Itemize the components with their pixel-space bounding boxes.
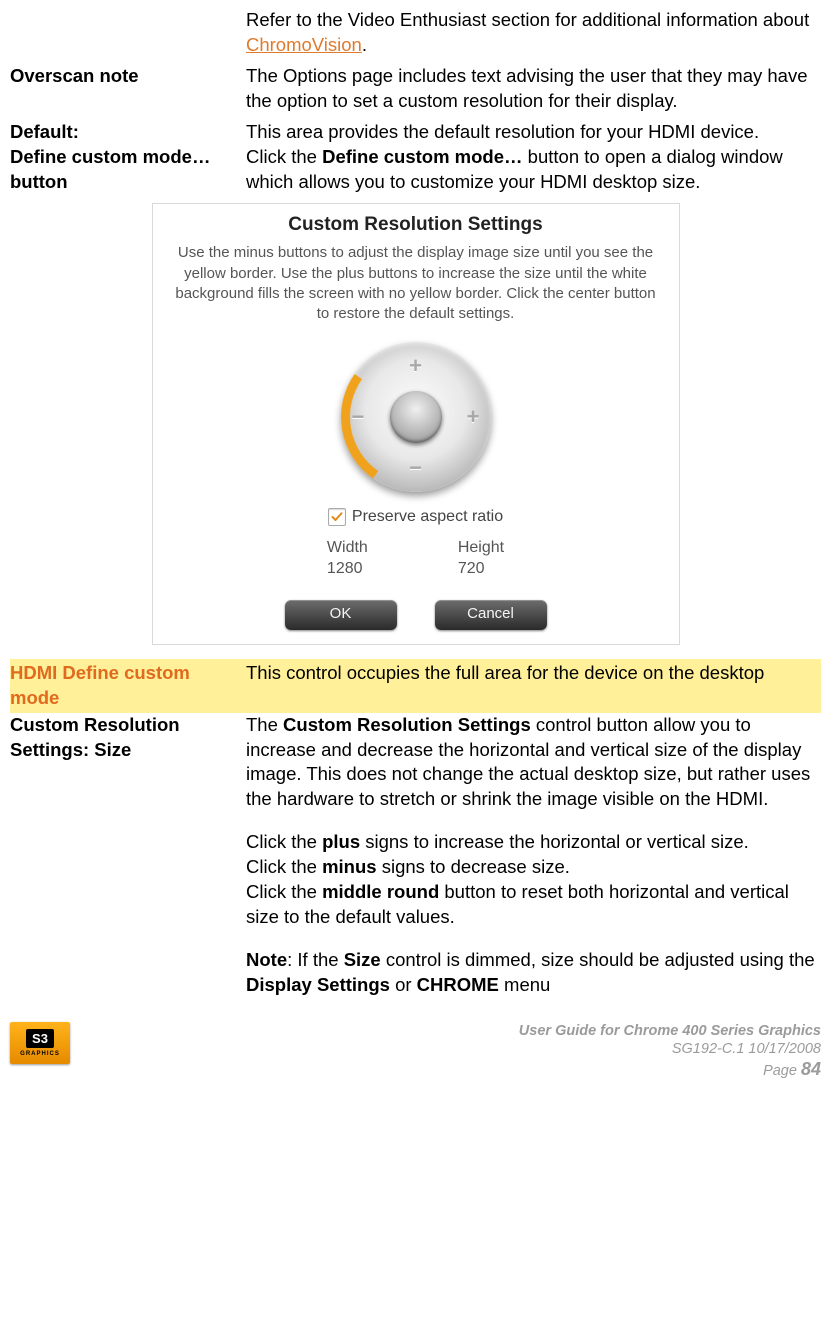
footer-docinfo: SG192-C.1 10/17/2008 — [80, 1040, 821, 1058]
intro-text-pre: Refer to the Video Enthusiast section fo… — [246, 9, 809, 30]
define-body: Click the Define custom mode… button to … — [246, 145, 821, 195]
crs-p4-bold: middle round — [322, 881, 439, 902]
overscan-label: Overscan note — [10, 64, 246, 114]
crs-p2-post: signs to increase the horizontal or vert… — [360, 831, 749, 852]
dpad-minus-horizontal-icon[interactable]: − — [352, 406, 365, 428]
dialog-figure: Custom Resolution Settings Use the minus… — [10, 203, 821, 645]
crs-body: The Custom Resolution Settings control b… — [246, 713, 821, 999]
hdmi-define-body: This control occupies the full area for … — [246, 659, 821, 713]
default-body: This area provides the default resolutio… — [246, 120, 821, 145]
crs-p2-pre: Click the — [246, 831, 322, 852]
crs-note-post: menu — [499, 974, 550, 995]
crs-p1-pre: The — [246, 714, 283, 735]
width-value: 1280 — [327, 559, 368, 580]
dpad-center-reset-button[interactable] — [390, 391, 442, 443]
overscan-body: The Options page includes text advising … — [246, 64, 821, 114]
height-value: 720 — [458, 559, 504, 580]
dpad-plus-horizontal-icon[interactable]: + — [467, 406, 480, 428]
hdmi-define-heading-row: HDMI Define custom mode This control occ… — [10, 659, 821, 713]
footer-page-label: Page — [763, 1063, 801, 1079]
crs-label: Custom Resolution Settings: Size — [10, 713, 246, 999]
footer-page-number: 84 — [801, 1059, 821, 1079]
crs-note-m2: control is dimmed, size should be adjust… — [381, 949, 815, 970]
define-bold: Define custom mode… — [322, 146, 522, 167]
crs-p3-bold: minus — [322, 856, 376, 877]
page-footer: S3 GRAPHICS User Guide for Chrome 400 Se… — [10, 1022, 821, 1081]
footer-title: User Guide for Chrome 400 Series Graphic… — [80, 1022, 821, 1040]
crs-p3-post: signs to decrease size. — [377, 856, 570, 877]
crs-p2-bold: plus — [322, 831, 360, 852]
preserve-aspect-checkbox[interactable] — [328, 508, 346, 526]
dpad-plus-vertical-icon[interactable]: + — [409, 355, 422, 377]
ok-button[interactable]: OK — [285, 600, 397, 630]
height-readout: Height 720 — [458, 538, 504, 580]
resize-dpad-control[interactable]: + − − + — [341, 342, 491, 492]
custom-resolution-dialog: Custom Resolution Settings Use the minus… — [152, 203, 680, 645]
crs-note-m1: : If the — [287, 949, 344, 970]
dialog-help-text: Use the minus buttons to adjust the disp… — [171, 243, 661, 324]
crs-note-b4: CHROME — [417, 974, 499, 995]
intro-label-empty — [10, 8, 246, 58]
crs-note-b2: Size — [344, 949, 381, 970]
crs-note-m3: or — [390, 974, 417, 995]
height-label: Height — [458, 538, 504, 559]
preserve-aspect-label: Preserve aspect ratio — [352, 506, 503, 528]
crs-p4-pre: Click the — [246, 881, 322, 902]
footer-text: User Guide for Chrome 400 Series Graphic… — [80, 1022, 821, 1081]
width-label: Width — [327, 538, 368, 559]
default-label: Default: — [10, 120, 246, 145]
s3-logo: S3 GRAPHICS — [10, 1022, 70, 1064]
intro-body: Refer to the Video Enthusiast section fo… — [246, 8, 821, 58]
s3-logo-sub: GRAPHICS — [20, 1050, 60, 1058]
crs-note-b3: Display Settings — [246, 974, 390, 995]
dpad-minus-vertical-icon[interactable]: − — [409, 457, 422, 479]
define-label: Define custom mode… button — [10, 145, 246, 195]
define-text-pre: Click the — [246, 146, 322, 167]
crs-p1-bold: Custom Resolution Settings — [283, 714, 531, 735]
overscan-text: The Options page includes text advising … — [246, 64, 821, 114]
hdmi-define-label: HDMI Define custom mode — [10, 659, 246, 713]
intro-text-post: . — [362, 34, 367, 55]
crs-note-b1: Note — [246, 949, 287, 970]
width-readout: Width 1280 — [327, 538, 368, 580]
chromovision-link[interactable]: ChromoVision — [246, 34, 362, 55]
cancel-button[interactable]: Cancel — [435, 600, 547, 630]
default-text: This area provides the default resolutio… — [246, 121, 759, 142]
checkmark-icon — [331, 511, 343, 523]
dialog-title: Custom Resolution Settings — [171, 212, 661, 238]
s3-logo-text: S3 — [26, 1029, 54, 1048]
crs-p3-pre: Click the — [246, 856, 322, 877]
